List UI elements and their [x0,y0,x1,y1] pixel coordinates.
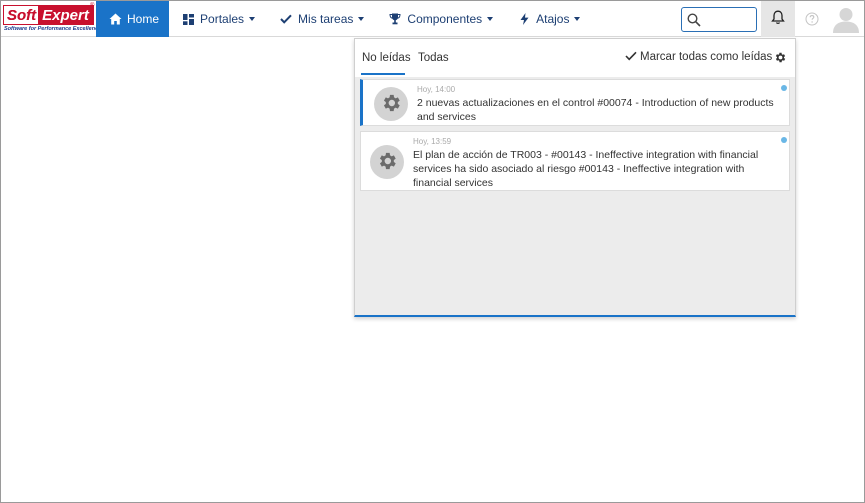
active-tab-indicator [361,73,405,75]
dashboard-icon [181,12,195,26]
notifications-button[interactable] [761,1,795,37]
unread-dot[interactable] [781,85,787,91]
top-bar: Soft Expert ® Software for Performance Ex… [1,1,864,37]
notification-item[interactable]: Hoy, 14:00 2 nuevas actualizaciones en e… [360,79,790,126]
gear-icon [774,52,787,67]
search-input[interactable] [704,10,754,29]
gear-icon [380,92,402,117]
logo-expert: Expert [38,5,94,25]
notification-time: Hoy, 13:59 [413,137,452,146]
notification-time: Hoy, 14:00 [417,85,456,94]
mark-all-read-button[interactable]: Marcar todas como leídas [625,51,772,63]
notification-text[interactable]: El plan de acción de TR003 - #00143 - In… [413,148,775,190]
trophy-icon [388,12,402,26]
nav-portales-label: Portales [200,12,245,26]
logo-tagline: Software for Performance Excellence [4,26,102,32]
tab-unread[interactable]: No leídas [362,52,411,64]
user-avatar[interactable] [832,5,860,33]
nav-mis-tareas-label: Mis tareas [298,12,354,26]
nav-portales[interactable]: Portales [169,1,267,37]
search-box[interactable] [681,7,757,32]
chevron-down-icon [249,17,256,21]
tab-all[interactable]: Todas [418,52,449,64]
main-nav: Home Portales Mis tareas Componentes Ata… [96,1,592,37]
notifications-panel: No leídas Todas Marcar todas como leídas [354,38,796,317]
notification-settings-button[interactable] [774,51,787,64]
mark-all-read-label: Marcar todas como leídas [640,51,773,63]
chevron-down-icon [574,17,581,21]
check-icon [279,12,293,26]
logo-registered-mark: ® [90,3,95,9]
nav-atajos-label: Atajos [536,12,570,26]
notification-item[interactable]: Hoy, 13:59 El plan de acción de TR003 - … [360,131,790,191]
nav-home[interactable]: Home [96,1,170,37]
bell-icon [771,10,785,28]
home-icon [108,12,122,26]
notifications-header: No leídas Todas Marcar todas como leídas [355,39,795,77]
check-icon [625,51,637,63]
bolt-icon [517,12,531,26]
help-icon [805,12,819,29]
gear-icon [376,150,398,175]
chevron-down-icon [487,17,494,21]
unread-dot[interactable] [781,137,787,143]
nav-home-label: Home [127,12,160,26]
notification-avatar [370,145,404,179]
notification-avatar [374,87,408,121]
search-icon [687,13,701,27]
notification-text[interactable]: 2 nuevas actualizaciones en el control #… [417,96,777,124]
chevron-down-icon [358,17,365,21]
nav-componentes-label: Componentes [407,12,483,26]
nav-mis-tareas[interactable]: Mis tareas [267,1,376,37]
app-frame: Soft Expert ® Software for Performance Ex… [0,0,865,503]
logo-soft: Soft [3,5,39,25]
logo-wordmark: Soft Expert [3,5,94,25]
nav-atajos[interactable]: Atajos [505,1,592,37]
help-button[interactable] [801,9,823,31]
nav-componentes[interactable]: Componentes [376,1,505,37]
softexpert-logo[interactable]: Soft Expert ® Software for Performance Ex… [2,2,101,36]
